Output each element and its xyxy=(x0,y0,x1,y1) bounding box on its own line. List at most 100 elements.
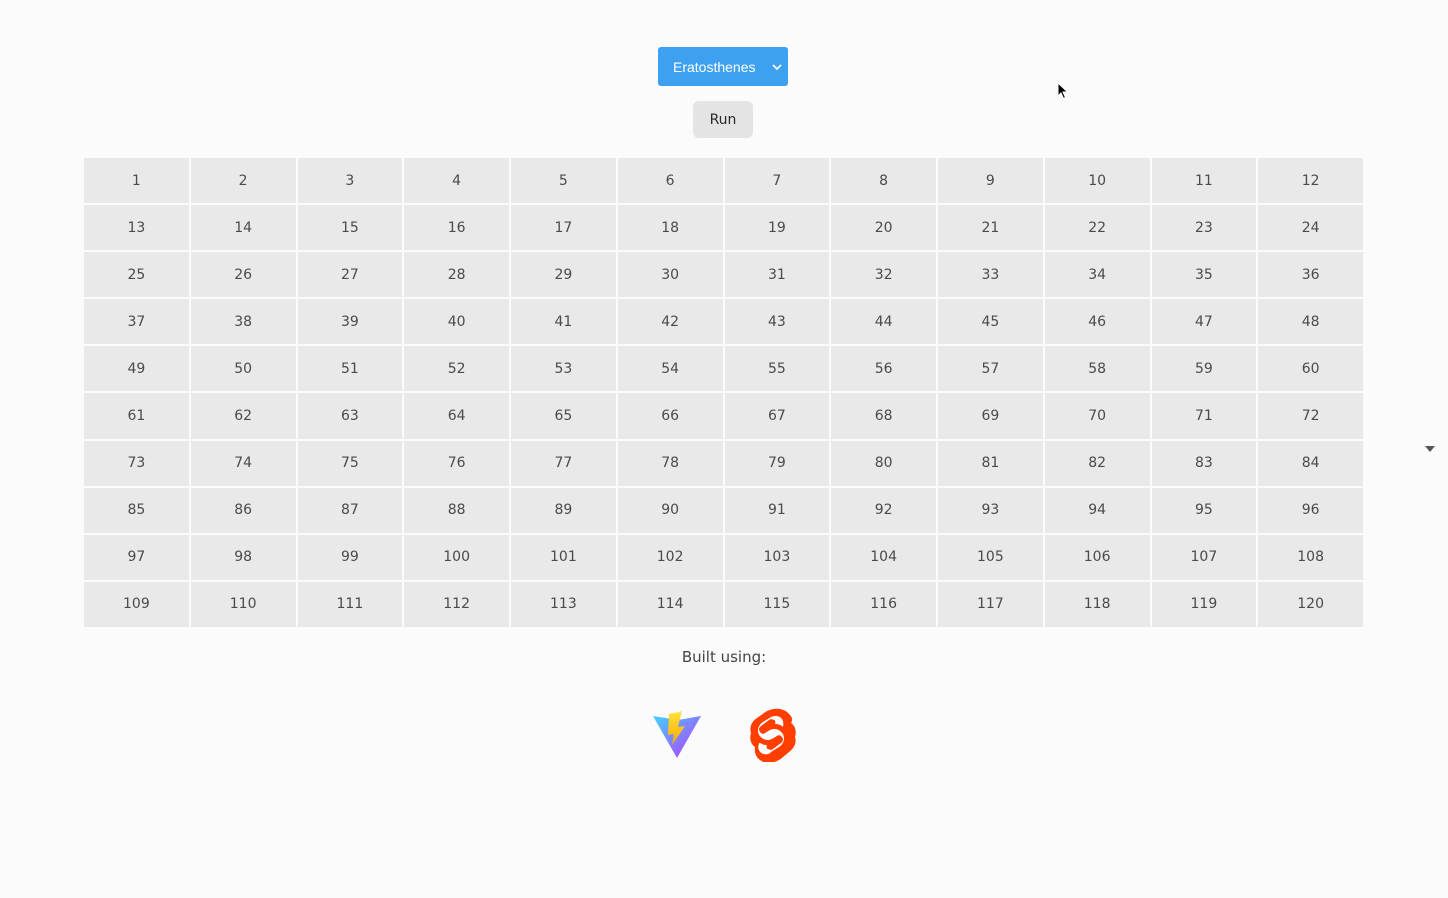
number-cell[interactable]: 91 xyxy=(724,487,830,533)
number-cell[interactable]: 63 xyxy=(297,393,403,439)
number-cell[interactable]: 96 xyxy=(1258,487,1363,533)
number-cell[interactable]: 17 xyxy=(511,205,616,251)
number-cell[interactable]: 107 xyxy=(1151,534,1257,580)
number-cell[interactable]: 43 xyxy=(724,299,830,345)
number-cell[interactable]: 72 xyxy=(1258,393,1363,439)
number-cell[interactable]: 13 xyxy=(84,205,189,251)
number-cell[interactable]: 81 xyxy=(938,440,1043,486)
number-cell[interactable]: 75 xyxy=(297,440,403,486)
number-cell[interactable]: 44 xyxy=(831,299,936,345)
number-cell[interactable]: 29 xyxy=(511,252,616,298)
number-cell[interactable]: 48 xyxy=(1258,299,1363,345)
scroll-down-icon[interactable] xyxy=(1425,445,1435,453)
number-cell[interactable]: 98 xyxy=(190,534,296,580)
number-cell[interactable]: 32 xyxy=(831,252,936,298)
number-cell[interactable]: 19 xyxy=(724,205,830,251)
number-cell[interactable]: 82 xyxy=(1044,440,1150,486)
number-cell[interactable]: 40 xyxy=(404,299,509,345)
number-cell[interactable]: 104 xyxy=(831,534,936,580)
number-cell[interactable]: 35 xyxy=(1151,252,1257,298)
number-cell[interactable]: 21 xyxy=(938,205,1043,251)
svelte-logo[interactable] xyxy=(750,708,796,762)
number-cell[interactable]: 84 xyxy=(1258,440,1363,486)
number-cell[interactable]: 51 xyxy=(297,346,403,392)
number-cell[interactable]: 85 xyxy=(84,487,189,533)
number-cell[interactable]: 59 xyxy=(1151,346,1257,392)
number-cell[interactable]: 113 xyxy=(511,581,616,627)
number-cell[interactable]: 1 xyxy=(84,158,189,204)
number-cell[interactable]: 62 xyxy=(190,393,296,439)
number-cell[interactable]: 79 xyxy=(724,440,830,486)
number-cell[interactable]: 86 xyxy=(190,487,296,533)
number-cell[interactable]: 30 xyxy=(617,252,723,298)
number-cell[interactable]: 117 xyxy=(938,581,1043,627)
number-cell[interactable]: 110 xyxy=(190,581,296,627)
number-cell[interactable]: 66 xyxy=(617,393,723,439)
number-cell[interactable]: 12 xyxy=(1258,158,1363,204)
number-cell[interactable]: 6 xyxy=(617,158,723,204)
number-cell[interactable]: 52 xyxy=(404,346,509,392)
number-cell[interactable]: 47 xyxy=(1151,299,1257,345)
number-cell[interactable]: 22 xyxy=(1044,205,1150,251)
algorithm-select[interactable]: Eratosthenes xyxy=(658,47,788,86)
number-cell[interactable]: 116 xyxy=(831,581,936,627)
number-cell[interactable]: 73 xyxy=(84,440,189,486)
number-cell[interactable]: 18 xyxy=(617,205,723,251)
number-cell[interactable]: 15 xyxy=(297,205,403,251)
number-cell[interactable]: 64 xyxy=(404,393,509,439)
number-cell[interactable]: 9 xyxy=(938,158,1043,204)
number-cell[interactable]: 49 xyxy=(84,346,189,392)
number-cell[interactable]: 105 xyxy=(938,534,1043,580)
number-cell[interactable]: 14 xyxy=(190,205,296,251)
number-cell[interactable]: 100 xyxy=(404,534,509,580)
number-cell[interactable]: 88 xyxy=(404,487,509,533)
number-cell[interactable]: 67 xyxy=(724,393,830,439)
number-cell[interactable]: 61 xyxy=(84,393,189,439)
number-cell[interactable]: 45 xyxy=(938,299,1043,345)
number-cell[interactable]: 53 xyxy=(511,346,616,392)
number-cell[interactable]: 56 xyxy=(831,346,936,392)
number-cell[interactable]: 97 xyxy=(84,534,189,580)
number-cell[interactable]: 115 xyxy=(724,581,830,627)
number-cell[interactable]: 78 xyxy=(617,440,723,486)
number-cell[interactable]: 50 xyxy=(190,346,296,392)
number-cell[interactable]: 58 xyxy=(1044,346,1150,392)
number-cell[interactable]: 11 xyxy=(1151,158,1257,204)
number-cell[interactable]: 60 xyxy=(1258,346,1363,392)
number-cell[interactable]: 65 xyxy=(511,393,616,439)
number-cell[interactable]: 106 xyxy=(1044,534,1150,580)
run-button[interactable]: Run xyxy=(693,101,753,138)
number-cell[interactable]: 7 xyxy=(724,158,830,204)
number-cell[interactable]: 87 xyxy=(297,487,403,533)
number-cell[interactable]: 55 xyxy=(724,346,830,392)
number-cell[interactable]: 109 xyxy=(84,581,189,627)
number-cell[interactable]: 4 xyxy=(404,158,509,204)
number-cell[interactable]: 10 xyxy=(1044,158,1150,204)
number-cell[interactable]: 83 xyxy=(1151,440,1257,486)
number-cell[interactable]: 80 xyxy=(831,440,936,486)
vite-logo[interactable] xyxy=(652,710,702,760)
number-cell[interactable]: 33 xyxy=(938,252,1043,298)
number-cell[interactable]: 37 xyxy=(84,299,189,345)
number-cell[interactable]: 38 xyxy=(190,299,296,345)
number-cell[interactable]: 102 xyxy=(617,534,723,580)
number-cell[interactable]: 16 xyxy=(404,205,509,251)
number-cell[interactable]: 119 xyxy=(1151,581,1257,627)
number-cell[interactable]: 25 xyxy=(84,252,189,298)
number-cell[interactable]: 99 xyxy=(297,534,403,580)
number-cell[interactable]: 57 xyxy=(938,346,1043,392)
number-cell[interactable]: 95 xyxy=(1151,487,1257,533)
number-cell[interactable]: 46 xyxy=(1044,299,1150,345)
number-cell[interactable]: 76 xyxy=(404,440,509,486)
number-cell[interactable]: 70 xyxy=(1044,393,1150,439)
number-cell[interactable]: 92 xyxy=(831,487,936,533)
number-cell[interactable]: 3 xyxy=(297,158,403,204)
number-cell[interactable]: 41 xyxy=(511,299,616,345)
number-cell[interactable]: 108 xyxy=(1258,534,1363,580)
number-cell[interactable]: 71 xyxy=(1151,393,1257,439)
number-cell[interactable]: 2 xyxy=(190,158,296,204)
number-cell[interactable]: 36 xyxy=(1258,252,1363,298)
number-cell[interactable]: 68 xyxy=(831,393,936,439)
number-cell[interactable]: 28 xyxy=(404,252,509,298)
number-cell[interactable]: 93 xyxy=(938,487,1043,533)
